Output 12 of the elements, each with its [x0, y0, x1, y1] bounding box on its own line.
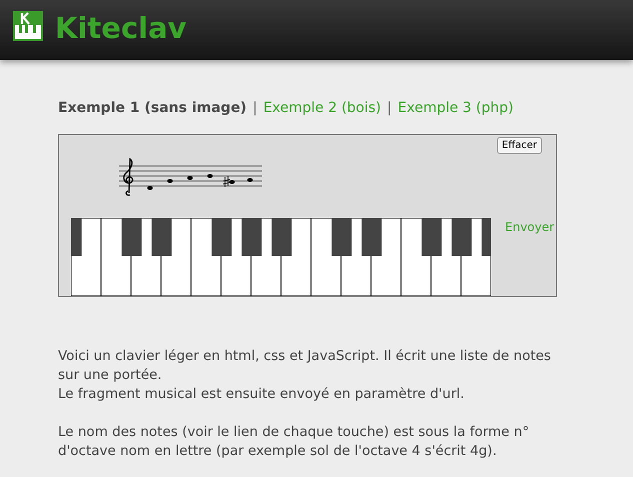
example-link[interactable]: Exemple 2 (bois)	[263, 100, 382, 116]
description-text: Le fragment musical est ensuite envoyé en paramètre d'url.	[58, 385, 466, 404]
example-link[interactable]: Exemple 3 (php)	[398, 100, 514, 116]
send-link[interactable]: Envoyer	[505, 220, 554, 234]
separator: |	[387, 100, 392, 116]
example-link[interactable]: Exemple 1 (sans image)	[58, 100, 247, 116]
logo-icon	[13, 11, 43, 41]
description-text: Le nom des notes (voir le lien de chaque touche) est sous la forme n° d'octave nom en lettre (par exemple sol de l'octave 4 s'écrit 4g).	[58, 423, 530, 461]
description-text: Voici un clavier léger en html, css et JavaScript. Il écrit une liste de notes sur une portée.	[58, 347, 552, 385]
site-title: Kiteclav	[55, 11, 187, 45]
clear-button[interactable]: Effacer	[496, 137, 542, 154]
separator: |	[252, 100, 258, 116]
